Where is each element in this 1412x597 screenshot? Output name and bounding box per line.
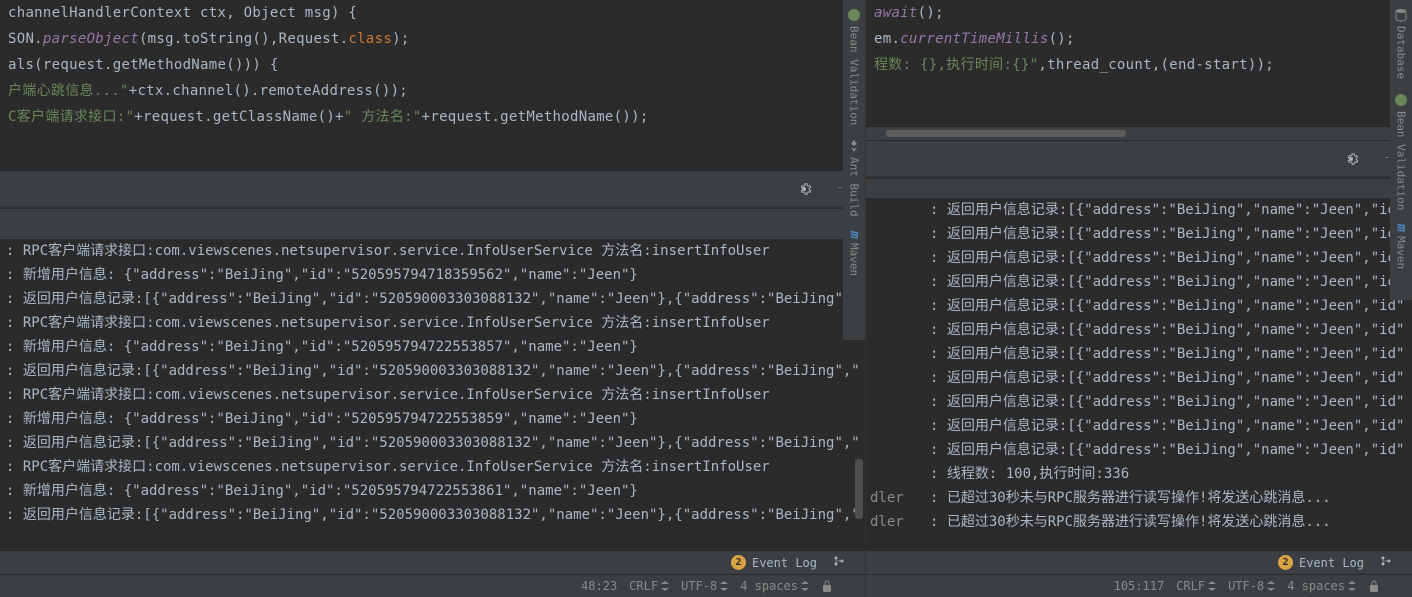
console-line: : 返回用户信息记录:[{"address":"BeiJing","name":… <box>870 366 1412 390</box>
git-icon[interactable] <box>1380 555 1392 570</box>
right-pane-right-sidebar: Database Bean Validation m Maven <box>1390 0 1412 300</box>
lock-icon[interactable] <box>821 579 833 593</box>
code-line: 户端心跳信息..."+ctx.channel().remoteAddress()… <box>8 78 865 104</box>
encoding[interactable]: UTF-8 <box>681 579 728 593</box>
console-line: : 返回用户信息记录:[{"address":"BeiJing","name":… <box>870 390 1412 414</box>
console-line: : RPC客户端请求接口:com.viewscenes.netsuperviso… <box>6 455 865 479</box>
console-line: : RPC客户端请求接口:com.viewscenes.netsuperviso… <box>6 239 865 263</box>
left-notif-bar: 2 Event Log <box>0 550 865 574</box>
left-pane-right-sidebar: Bean Validation Ant Build m Maven <box>843 0 865 340</box>
gear-icon[interactable] <box>1342 150 1360 168</box>
sidebar-maven[interactable]: m Maven <box>1394 220 1409 273</box>
console-line: : 返回用户信息记录:[{"address":"BeiJing","name":… <box>870 222 1412 246</box>
notif-badge: 2 <box>1278 555 1293 570</box>
indent[interactable]: 4 spaces <box>740 579 809 593</box>
right-notif-bar: 2 Event Log <box>866 550 1412 574</box>
console-line: : 返回用户信息记录:[{"address":"BeiJing","id":"5… <box>6 503 865 527</box>
left-console-tabs <box>0 208 865 239</box>
console-line: dler: 已超过30秒未与RPC服务器进行读写操作!将发送心跳消息... <box>870 510 1412 534</box>
sidebar-database[interactable]: Database <box>1394 4 1408 83</box>
event-log-link[interactable]: Event Log <box>1299 556 1364 570</box>
console-line: : 返回用户信息记录:[{"address":"BeiJing","name":… <box>870 318 1412 342</box>
lock-icon[interactable] <box>1368 579 1380 593</box>
console-line: : 返回用户信息记录:[{"address":"BeiJing","name":… <box>870 246 1412 270</box>
console-line: : 返回用户信息记录:[{"address":"BeiJing","id":"5… <box>6 359 865 383</box>
code-line: als(request.getMethodName())) { <box>8 52 865 78</box>
console-line: : 返回用户信息记录:[{"address":"BeiJing","id":"5… <box>6 287 865 311</box>
right-console-tabs <box>866 178 1412 198</box>
h-scrollbar[interactable] <box>866 127 1412 140</box>
line-separator[interactable]: CRLF <box>1176 579 1216 593</box>
console-line: : 返回用户信息记录:[{"address":"BeiJing","name":… <box>870 270 1412 294</box>
sidebar-maven[interactable]: m Maven <box>847 227 862 280</box>
left-console[interactable]: : RPC客户端请求接口:com.viewscenes.netsuperviso… <box>0 239 865 550</box>
console-line: : 返回用户信息记录:[{"address":"BeiJing","id":"5… <box>6 431 865 455</box>
right-console[interactable]: : 返回用户信息记录:[{"address":"BeiJing","name":… <box>866 198 1412 550</box>
sidebar-ant-build[interactable]: Ant Build <box>847 135 861 221</box>
console-line: : 线程数: 100,执行时间:336 <box>870 462 1412 486</box>
git-icon[interactable] <box>833 555 845 570</box>
console-line: : 返回用户信息记录:[{"address":"BeiJing","name":… <box>870 438 1412 462</box>
sidebar-bean-validation[interactable]: Bean Validation <box>847 4 861 129</box>
notif-badge: 2 <box>731 555 746 570</box>
caret-pos[interactable]: 105:117 <box>1114 579 1165 593</box>
left-console-toolbar <box>0 170 865 206</box>
left-code-editor[interactable]: channelHandlerContext ctx, Object msg) {… <box>0 0 865 170</box>
console-line: : 新增用户信息: {"address":"BeiJing","id":"520… <box>6 335 865 359</box>
right-console-toolbar <box>866 140 1412 176</box>
console-line: : 新增用户信息: {"address":"BeiJing","id":"520… <box>6 479 865 503</box>
code-line: em.currentTimeMillis(); <box>874 26 1412 52</box>
console-line: : 返回用户信息记录:[{"address":"BeiJing","name":… <box>870 294 1412 318</box>
right-code-editor[interactable]: await();em.currentTimeMillis();程数: {},执行… <box>866 0 1412 125</box>
caret-pos[interactable]: 48:23 <box>581 579 617 593</box>
encoding[interactable]: UTF-8 <box>1228 579 1275 593</box>
scrollbar-thumb[interactable] <box>855 459 863 519</box>
code-line: await(); <box>874 0 1412 26</box>
code-line: channelHandlerContext ctx, Object msg) { <box>8 0 865 26</box>
console-line: : RPC客户端请求接口:com.viewscenes.netsuperviso… <box>6 311 865 335</box>
console-line: : 新增用户信息: {"address":"BeiJing","id":"520… <box>6 407 865 431</box>
code-line: C客户端请求接口:"+request.getClassName()+" 方法名:… <box>8 104 865 130</box>
console-line: : 返回用户信息记录:[{"address":"BeiJing","name":… <box>870 414 1412 438</box>
sidebar-bean-validation[interactable]: Bean Validation <box>1394 89 1408 214</box>
indent[interactable]: 4 spaces <box>1287 579 1356 593</box>
console-line: : 新增用户信息: {"address":"BeiJing","id":"520… <box>6 263 865 287</box>
event-log-link[interactable]: Event Log <box>752 556 817 570</box>
console-line: : RPC客户端请求接口:com.viewscenes.netsuperviso… <box>6 383 865 407</box>
console-line: dler: 已超过30秒未与RPC服务器进行读写操作!将发送心跳消息... <box>870 486 1412 510</box>
line-separator[interactable]: CRLF <box>629 579 669 593</box>
right-status-bar: 105:117 CRLF UTF-8 4 spaces <box>866 574 1412 597</box>
gear-icon[interactable] <box>795 180 813 198</box>
code-line: SON.parseObject(msg.toString(),Request.c… <box>8 26 865 52</box>
console-line: : 返回用户信息记录:[{"address":"BeiJing","name":… <box>870 198 1412 222</box>
console-line: : 返回用户信息记录:[{"address":"BeiJing","name":… <box>870 342 1412 366</box>
left-status-bar: 48:23 CRLF UTF-8 4 spaces <box>0 574 865 597</box>
code-line: 程数: {},执行时间:{}",thread_count,(end-start)… <box>874 52 1412 78</box>
